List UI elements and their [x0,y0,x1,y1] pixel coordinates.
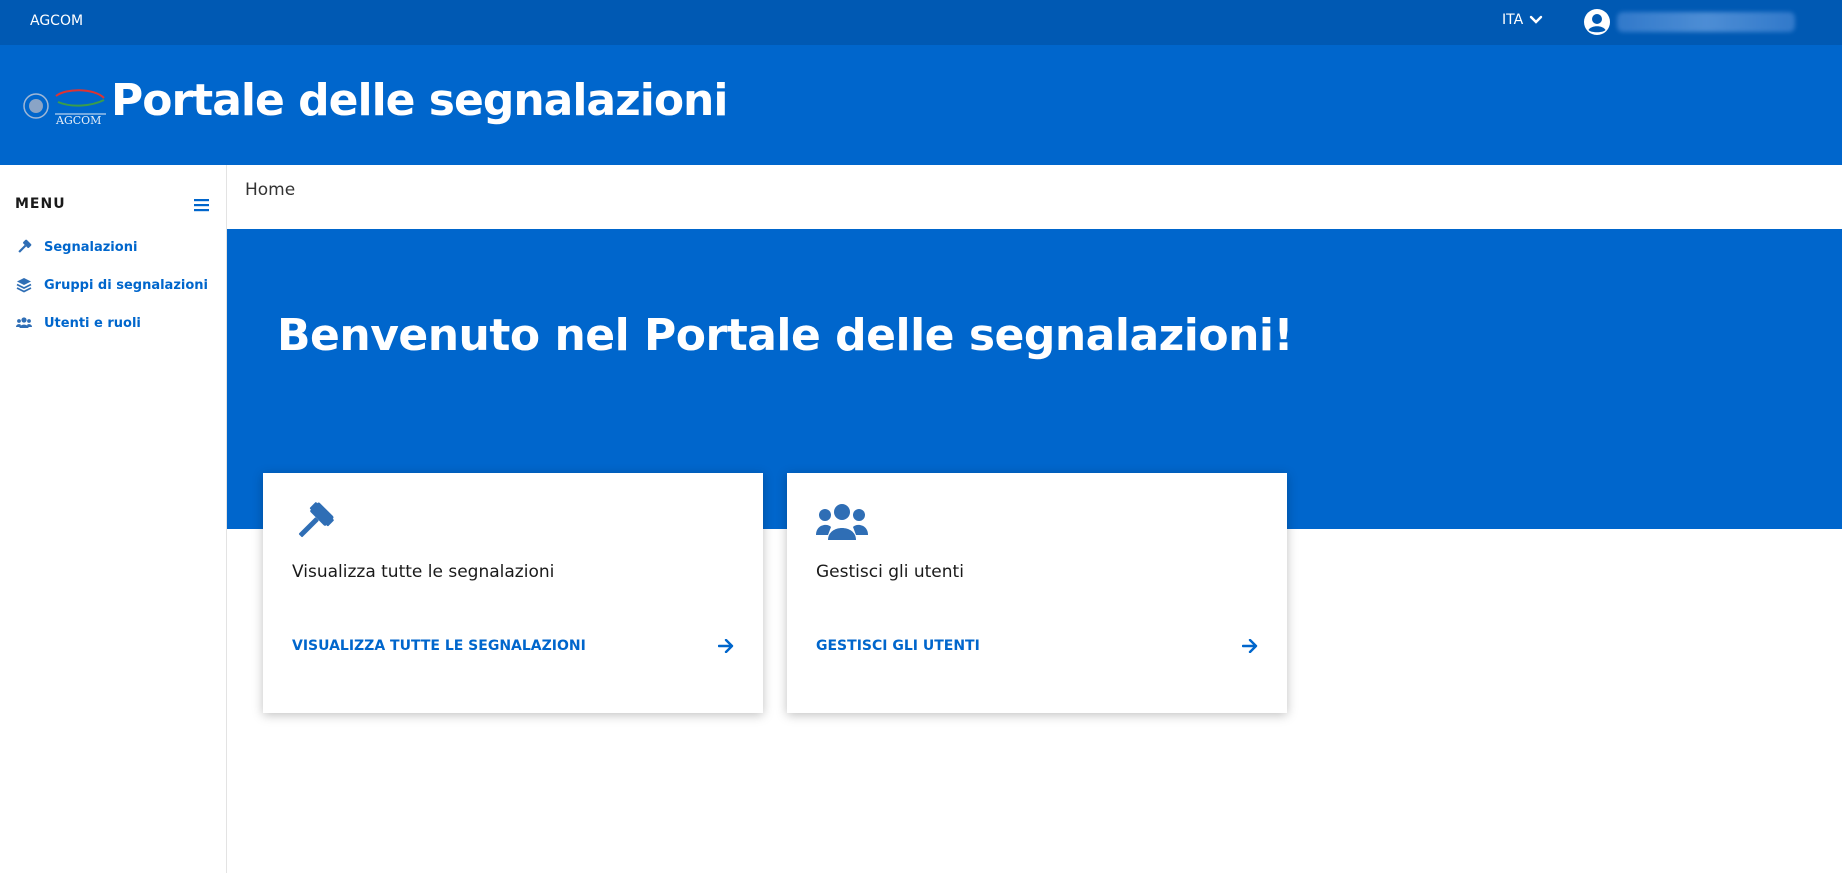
layers-icon [16,278,32,293]
sidebar-item-segnalazioni[interactable]: Segnalazioni [16,239,137,255]
users-icon [16,317,32,328]
card-description: Gestisci gli utenti [816,562,964,582]
breadcrumb-bar: Home [227,165,1842,229]
sidebar-item-label: Utenti e ruoli [44,315,141,331]
hero-title: Benvenuto nel Portale delle segnalazioni… [277,310,1294,361]
manage-users-link[interactable]: GESTISCI GLI UTENTI [816,638,1258,654]
gavel-icon [18,239,32,253]
user-name-redacted [1617,12,1795,32]
sidebar-item-gruppi-di-segnalazioni[interactable]: Gruppi di segnalazioni [16,277,208,293]
gavel-icon [298,502,334,538]
site-header: AGCOM Portale delle segnalazioni [0,45,1842,165]
language-selector[interactable]: ITA [1502,12,1543,28]
sidebar-item-label: Segnalazioni [44,239,138,255]
top-bar: AGCOM ITA [0,0,1842,45]
hamburger-menu-icon[interactable] [194,198,209,212]
menu-title: MENU [15,196,66,212]
sidebar: MENU Segnalazioni Gruppi di segnalazioni [0,165,227,873]
sidebar-item-utenti-e-ruoli[interactable]: Utenti e ruoli [16,315,141,331]
card-description: Visualizza tutte le segnalazioni [292,562,555,582]
card-link-label: VISUALIZZA TUTTE LE SEGNALAZIONI [292,638,586,654]
view-all-reports-link[interactable]: VISUALIZZA TUTTE LE SEGNALAZIONI [292,638,734,654]
brand-link[interactable]: AGCOM [30,13,83,29]
arrow-right-icon [718,639,734,653]
agcom-logo[interactable]: AGCOM [22,88,106,128]
language-label: ITA [1502,12,1524,28]
chevron-down-icon [1529,15,1543,24]
card-utenti: Gestisci gli utenti GESTISCI GLI UTENTI [787,473,1287,713]
arrow-right-icon [1242,639,1258,653]
site-title[interactable]: Portale delle segnalazioni [111,76,728,125]
user-avatar-icon [1584,9,1610,35]
users-icon [816,504,868,540]
svg-text:AGCOM: AGCOM [55,114,101,127]
user-menu[interactable] [1583,8,1795,36]
breadcrumb-home[interactable]: Home [245,180,295,200]
card-link-label: GESTISCI GLI UTENTI [816,638,980,654]
sidebar-item-label: Gruppi di segnalazioni [44,277,208,293]
card-segnalazioni: Visualizza tutte le segnalazioni VISUALI… [263,473,763,713]
